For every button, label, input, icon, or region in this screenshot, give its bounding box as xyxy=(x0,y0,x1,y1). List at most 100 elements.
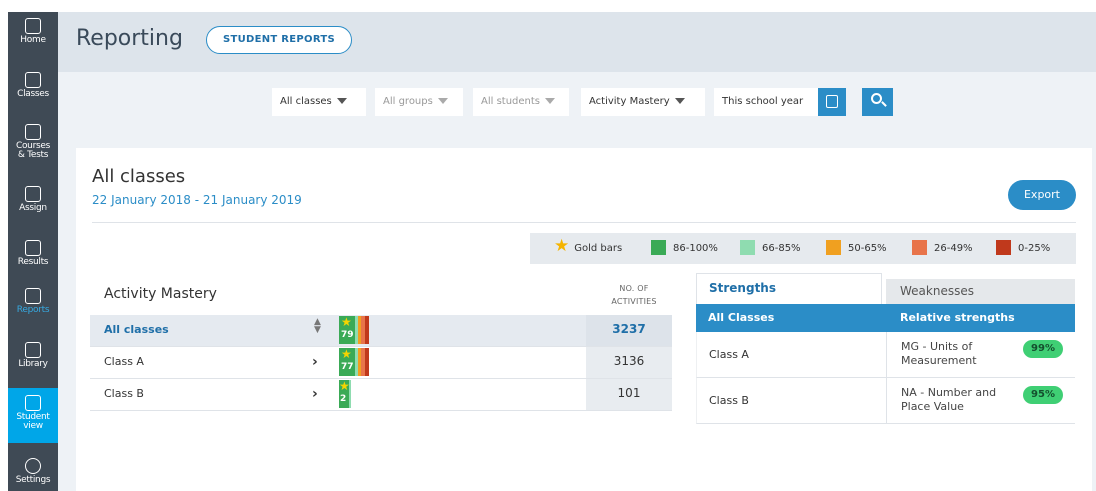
sidebar-item-label: Settings xyxy=(15,475,51,485)
chevron-right-icon[interactable]: › xyxy=(312,379,318,409)
sidebar-item-courses-tests[interactable]: Courses & Tests xyxy=(8,124,58,160)
card-title: All classes xyxy=(92,166,186,187)
strength-class: Class A xyxy=(709,348,749,361)
caret-down-icon xyxy=(336,98,347,104)
legend-swatch xyxy=(996,239,1011,255)
activities-count: 3237 xyxy=(586,315,672,346)
row-name: All classes xyxy=(104,323,169,336)
gold-count: 79 xyxy=(341,330,354,340)
report-type-value: Activity Mastery xyxy=(589,96,670,107)
percent-badge: 95% xyxy=(1023,386,1063,404)
percent-badge: 99% xyxy=(1023,340,1063,358)
strength-topic: MG - Units of Measurement xyxy=(901,340,977,367)
legend-label: Gold bars xyxy=(574,243,623,254)
legend-item-0-25: 0-25% xyxy=(996,233,1050,264)
sidebar-item-assign[interactable]: Assign xyxy=(8,186,58,213)
legend-label: 26-49% xyxy=(934,243,973,254)
tab-weaknesses[interactable]: Weaknesses xyxy=(886,279,1075,304)
table-row-class-b[interactable]: Class B › ★ 2 101 xyxy=(90,379,672,411)
date-range-text: 22 January 2018 - 21 January 2019 xyxy=(92,193,302,207)
filter-bar: All classes All groups All students Acti… xyxy=(58,72,1096,130)
caret-down-icon xyxy=(437,98,448,104)
sidebar-item-home[interactable]: Home xyxy=(8,18,58,45)
sidebar: Home Classes Courses & Tests Assign Resu… xyxy=(8,12,58,491)
sidebar-item-label: Student view xyxy=(16,412,50,431)
gold-count: 2 xyxy=(340,394,347,404)
tab-strengths[interactable]: Strengths xyxy=(696,273,882,304)
classes-dropdown[interactable]: All classes xyxy=(272,88,366,116)
legend-label: 0-25% xyxy=(1018,243,1051,254)
col-header-relative: Relative strengths xyxy=(900,311,1015,324)
legend-item-gold: ★ Gold bars xyxy=(554,233,622,264)
activities-header-line1: NO. OF xyxy=(619,284,649,293)
table-row-class-a[interactable]: Class A › ★ 77 3136 xyxy=(90,347,672,379)
activities-count: 3136 xyxy=(586,347,672,378)
students-dropdown[interactable]: All students xyxy=(473,88,569,116)
sidebar-item-reports[interactable]: Reports xyxy=(8,288,58,315)
gold-count: 77 xyxy=(341,362,354,372)
courses-icon xyxy=(25,124,41,140)
row-name: Class A xyxy=(104,355,144,368)
legend-item-86-100: 86-100% xyxy=(651,233,718,264)
col-header-classes: All Classes xyxy=(708,311,775,324)
classes-icon xyxy=(25,72,41,88)
star-icon: ★ xyxy=(554,236,570,256)
sidebar-item-settings[interactable]: Settings xyxy=(8,458,58,485)
sidebar-item-student-view[interactable]: Student view xyxy=(8,388,58,443)
sidebar-item-label: Reports xyxy=(16,305,50,315)
activity-mastery-title: Activity Mastery xyxy=(104,286,217,302)
legend-swatch xyxy=(740,239,755,255)
strengths-row: Class A MG - Units of Measurement 99% xyxy=(696,332,1075,378)
activities-count-header: NO. OF ACTIVITIES xyxy=(596,282,672,308)
sidebar-item-label: Classes xyxy=(17,89,49,99)
assign-icon xyxy=(25,186,41,202)
sidebar-item-label: Results xyxy=(17,257,49,267)
sidebar-item-classes[interactable]: Classes xyxy=(8,72,58,99)
results-icon xyxy=(25,240,41,256)
date-range-field[interactable]: This school year xyxy=(714,88,818,116)
export-button[interactable]: Export xyxy=(1008,180,1076,210)
legend-swatch xyxy=(826,239,841,255)
star-icon: ★ xyxy=(341,315,352,329)
report-type-dropdown[interactable]: Activity Mastery xyxy=(581,88,705,116)
legend-item-26-49: 26-49% xyxy=(912,233,973,264)
sort-icon[interactable]: ▲ ▼ xyxy=(314,318,321,335)
classes-dropdown-value: All classes xyxy=(280,96,332,107)
legend: ★ Gold bars 86-100% 66-85% 50-65% 26-49% … xyxy=(530,233,1076,264)
strengths-header: All Classes Relative strengths xyxy=(696,304,1075,332)
legend-swatch xyxy=(651,239,666,255)
sidebar-item-library[interactable]: Library xyxy=(8,342,58,369)
sidebar-item-label: Home xyxy=(20,35,46,45)
gold-bar-segment: ★ 79 xyxy=(339,316,355,344)
sidebar-item-label: Library xyxy=(18,359,48,369)
home-icon xyxy=(25,18,41,34)
search-button[interactable] xyxy=(862,88,893,116)
header: Reporting STUDENT REPORTS xyxy=(58,12,1096,72)
activities-header-line2: ACTIVITIES xyxy=(611,297,657,306)
caret-down-icon xyxy=(545,98,556,104)
report-card: All classes 22 January 2018 - 21 January… xyxy=(76,148,1092,491)
activities-count: 101 xyxy=(586,379,672,410)
sidebar-item-label: Courses & Tests xyxy=(15,141,50,160)
student-view-icon xyxy=(25,395,41,411)
bar-segment-0-25 xyxy=(365,348,369,376)
row-name: Class B xyxy=(104,387,144,400)
divider xyxy=(92,222,1076,223)
legend-label: 66-85% xyxy=(762,243,801,254)
search-icon-handle xyxy=(881,101,887,107)
table-row-all-classes[interactable]: All classes ▲ ▼ ★ 79 3237 xyxy=(90,315,672,347)
chevron-right-icon[interactable]: › xyxy=(312,347,318,377)
groups-dropdown[interactable]: All groups xyxy=(375,88,463,116)
column-divider xyxy=(886,332,887,378)
legend-label: 50-65% xyxy=(848,243,887,254)
bar-segment-0-25 xyxy=(365,316,369,344)
groups-dropdown-value: All groups xyxy=(383,96,433,107)
legend-item-50-65: 50-65% xyxy=(826,233,887,264)
star-icon: ★ xyxy=(341,347,352,361)
student-reports-button[interactable]: STUDENT REPORTS xyxy=(206,26,352,54)
gold-bar-segment: ★ 77 xyxy=(339,348,355,376)
reports-icon xyxy=(25,288,41,304)
strengths-row: Class B NA - Number and Place Value 95% xyxy=(696,378,1075,424)
sidebar-item-results[interactable]: Results xyxy=(8,240,58,267)
calendar-button[interactable] xyxy=(818,88,846,116)
